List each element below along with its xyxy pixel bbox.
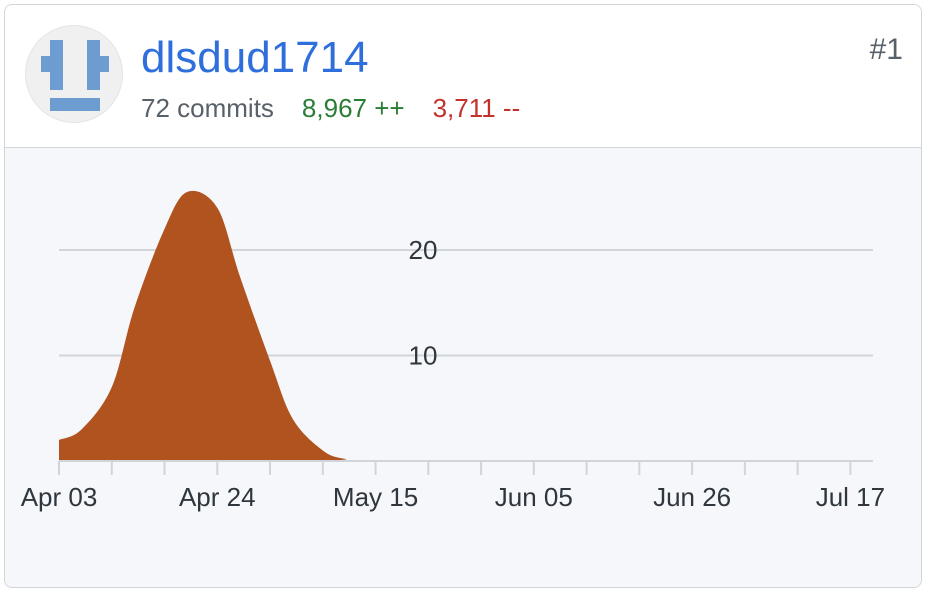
- x-tick-label: Jun 05: [495, 482, 573, 512]
- x-tick-label: Jun 26: [653, 482, 731, 512]
- y-tick-label-10: 10: [409, 341, 438, 371]
- x-tick-label: Apr 03: [21, 482, 98, 512]
- commit-area-series: [59, 190, 873, 462]
- contributor-card: dlsdud1714 72 commits 8,967 ++ 3,711 -- #1…: [4, 4, 922, 588]
- additions-count: 8,967 ++: [301, 93, 405, 123]
- username-link[interactable]: dlsdud1714: [141, 33, 369, 83]
- commits-count[interactable]: 72 commits: [141, 93, 274, 123]
- rank-label: #1: [869, 33, 903, 66]
- y-tick-label-20: 20: [409, 235, 438, 265]
- identicon-icon: [41, 40, 109, 111]
- contributor-header: dlsdud1714 72 commits 8,967 ++ 3,711 -- #1: [5, 5, 921, 148]
- avatar[interactable]: [25, 25, 123, 123]
- chart-svg: 10 20 Apr 03 Apr 24 May 15 Jun 05 Jun 26 Jul 17: [21, 190, 885, 512]
- x-tick-label: May 15: [333, 482, 418, 512]
- contribution-stats: 72 commits 8,967 ++ 3,711 --: [141, 93, 548, 124]
- x-tick-label: Apr 24: [179, 482, 256, 512]
- commit-activity-chart: 10 20 Apr 03 Apr 24 May 15 Jun 05 Jun 26 Jul 17: [5, 148, 921, 587]
- x-tick-label: Jul 17: [816, 482, 885, 512]
- deletions-count: 3,711 --: [432, 93, 521, 123]
